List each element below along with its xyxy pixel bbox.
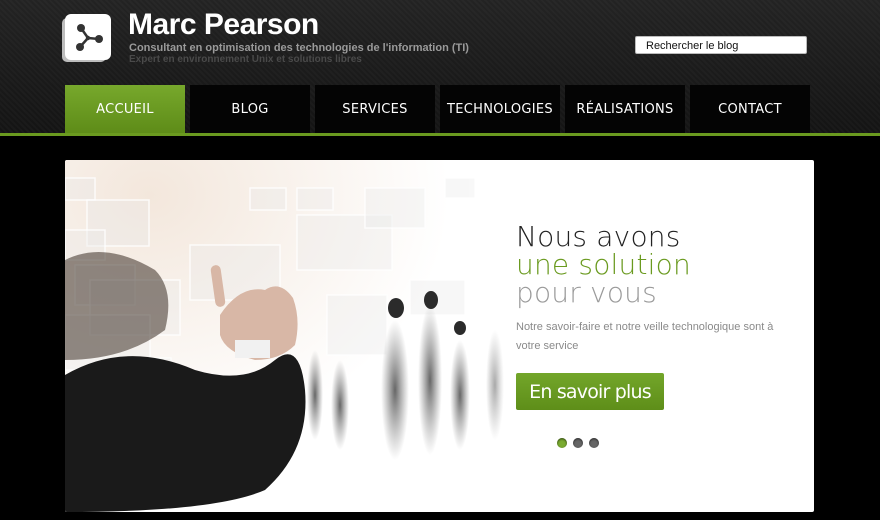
site-logo[interactable] (65, 14, 111, 60)
slider-dot-3[interactable] (589, 438, 599, 448)
nav-item-realisations[interactable]: RÉALISATIONS (565, 85, 685, 133)
slider-dot-2[interactable] (573, 438, 583, 448)
nav-item-accueil[interactable]: ACCUEIL (65, 85, 185, 133)
hero-slider: Nous avons une solution pour vous Notre … (65, 160, 814, 512)
nav-item-services[interactable]: SERVICES (315, 85, 435, 133)
nav-item-technologies[interactable]: TECHNOLOGIES (440, 85, 560, 133)
main-nav: ACCUEIL BLOG SERVICES TECHNOLOGIES RÉALI… (65, 85, 815, 133)
search-input[interactable] (635, 36, 807, 54)
site-subtitle: Consultant en optimisation des technolog… (129, 42, 469, 54)
share-nodes-icon (76, 24, 103, 51)
slider-dot-1[interactable] (557, 438, 567, 448)
slide-description: Notre savoir-faire et notre veille techn… (516, 321, 774, 352)
site-header: Marc Pearson Consultant en optimisation … (0, 0, 880, 136)
nav-item-blog[interactable]: BLOG (190, 85, 310, 133)
slide-heading-line-3: pour vous (516, 276, 657, 309)
site-title[interactable]: Marc Pearson (128, 8, 319, 42)
slider-pagination (557, 438, 599, 448)
slide-image (65, 160, 535, 512)
site-tagline: Expert en environnement Unix et solution… (129, 54, 362, 65)
learn-more-button[interactable]: En savoir plus (516, 373, 664, 410)
nav-item-contact[interactable]: CONTACT (690, 85, 810, 133)
